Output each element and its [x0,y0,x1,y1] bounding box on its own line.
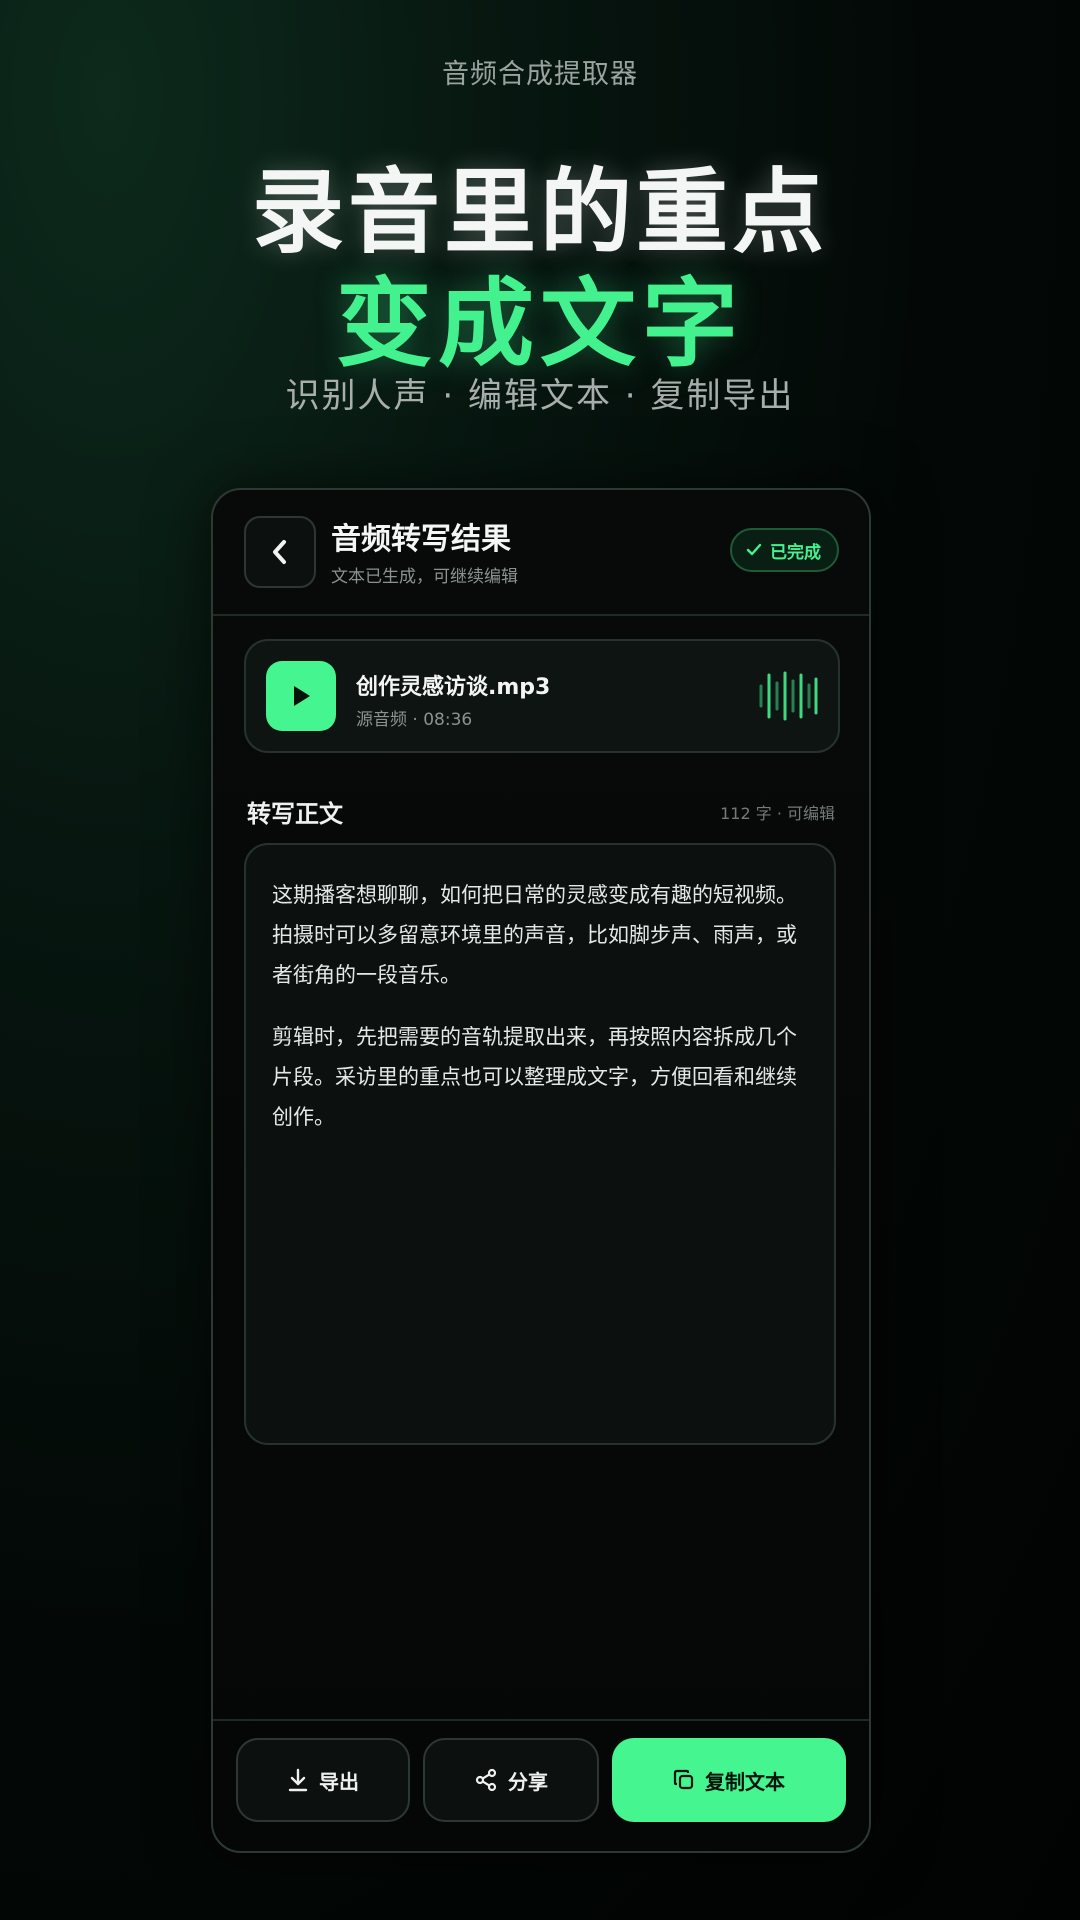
audio-meta: 源音频 · 08:36 [356,710,473,730]
copy-text-button[interactable]: 复制文本 [612,1738,846,1822]
transcript-paragraph: 剪辑时，先把需要的音轨提取出来，再按照内容拆成几个片段。采访里的重点也可以整理成… [272,1025,797,1129]
export-label: 导出 [319,1769,359,1794]
audio-file-name: 创作灵感访谈.mp3 [356,675,551,700]
copy-text-label: 复制文本 [705,1769,785,1794]
waveform-icon [759,671,818,721]
back-button[interactable] [244,516,316,588]
share-label: 分享 [508,1769,548,1794]
check-icon [746,543,762,556]
page-title: 音频转写结果 [331,522,511,557]
page-subtitle: 文本已生成，可继续编辑 [331,567,518,587]
play-button[interactable] [266,661,336,731]
status-label: 已完成 [770,542,821,563]
phone-frame: 音频转写结果 文本已生成，可继续编辑 已完成 创作灵感访谈.mp3 源音频 · … [211,488,871,1853]
bottom-action-bar: 导出 分享 复制文本 [213,1719,869,1851]
download-icon [288,1768,308,1792]
hero-title-line2: 变成文字 [336,268,744,380]
chevron-left-icon [273,540,286,564]
audio-file-card: 创作灵感访谈.mp3 源音频 · 08:36 [244,639,840,753]
app-name: 音频合成提取器 [442,59,638,90]
export-button[interactable]: 导出 [236,1738,410,1822]
copy-icon [673,1769,694,1790]
transcript-paragraph: 这期播客想聊聊，如何把日常的灵感变成有趣的短视频。拍摄时可以多留意环境里的声音，… [272,883,797,987]
share-button[interactable]: 分享 [423,1738,599,1822]
share-icon [475,1768,497,1792]
top-bar: 音频转写结果 文本已生成，可继续编辑 已完成 [213,490,869,616]
transcript-word-count: 112 字 · 可编辑 [720,804,835,823]
hero-subtitle: 识别人声 · 编辑文本 · 复制导出 [285,376,795,416]
transcript-section-title: 转写正文 [247,800,343,828]
transcript-editor[interactable]: 这期播客想聊聊，如何把日常的灵感变成有趣的短视频。拍摄时可以多留意环境里的声音，… [244,843,836,1445]
play-icon [294,686,310,706]
status-badge: 已完成 [730,528,839,572]
